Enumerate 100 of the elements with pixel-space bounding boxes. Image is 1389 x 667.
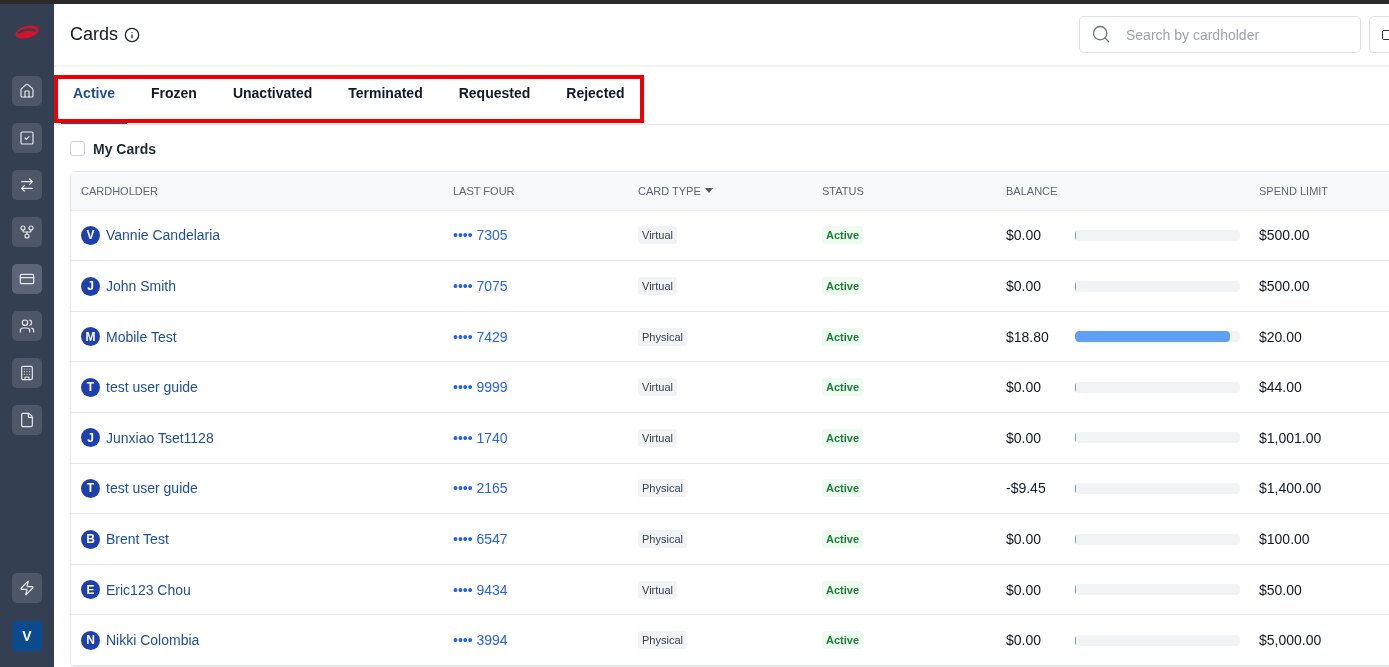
- cardholder-link[interactable]: John Smith: [106, 278, 177, 295]
- column-header: STATUS: [822, 184, 865, 197]
- tab[interactable]: Active: [61, 75, 128, 124]
- sidebar-file-button[interactable]: [12, 405, 42, 435]
- sidebar-checkbox-button[interactable]: [12, 123, 42, 153]
- balance-amount: -$9.45: [1006, 480, 1047, 497]
- status-tag: Active: [822, 277, 864, 296]
- building-icon: [19, 365, 35, 381]
- spend-limit-amount: $100.00: [1259, 531, 1311, 547]
- info-icon[interactable]: [124, 26, 140, 43]
- balance-amount: $0.00: [1006, 632, 1043, 649]
- checkbox[interactable]: [70, 141, 85, 157]
- table-row[interactable]: N Nikki Colombia •••• 3994 Physical Active $0.00 $5,000.00: [71, 615, 1389, 666]
- user-avatar[interactable]: V: [12, 621, 42, 651]
- cardholder-link[interactable]: Mobile Test: [106, 328, 177, 345]
- lightning-button[interactable]: [12, 573, 42, 603]
- table-row[interactable]: V Vannie Candelaria •••• 7305 Virtual Active $0.00 $500.00: [71, 210, 1389, 262]
- users-icon: [19, 318, 35, 334]
- spend-limit-amount: $5,000.00: [1259, 632, 1323, 649]
- table-row[interactable]: B Brent Test •••• 6547 Physical Active $0.00 $100.00: [71, 514, 1389, 565]
- card-type-tag: Virtual: [638, 428, 677, 447]
- card-type-tag: Physical: [638, 479, 687, 498]
- balance-amount: $0.00: [1006, 379, 1043, 396]
- tab[interactable]: Requested: [446, 75, 543, 124]
- last-four-link[interactable]: •••• 9434: [453, 581, 638, 598]
- sidebar-swap-button[interactable]: [12, 170, 42, 200]
- sidebar-fork-button[interactable]: [12, 217, 42, 247]
- sidebar-credit-card-button[interactable]: [12, 264, 42, 294]
- initial-avatar: J: [81, 428, 100, 448]
- spend-limit-amount: $1,400.00: [1259, 480, 1323, 497]
- card-type-tag: Virtual: [638, 277, 677, 296]
- card-type-tag: Virtual: [638, 580, 677, 599]
- last-four-link[interactable]: •••• 7429: [453, 328, 638, 345]
- cardholder-link[interactable]: Vannie Candelaria: [106, 227, 221, 244]
- page-title: Cards: [70, 24, 118, 45]
- status-tag: Active: [822, 378, 864, 397]
- last-four-link[interactable]: •••• 3994: [453, 632, 638, 649]
- table-row[interactable]: M Mobile Test •••• 7429 Physical Active $18.80 $20.00: [71, 311, 1389, 363]
- status-tag: Active: [822, 428, 864, 447]
- logo-icon: [14, 24, 40, 40]
- balance-amount: $0.00: [1006, 531, 1043, 547]
- table-row[interactable]: J John Smith •••• 7075 Virtual Active $0.00 $500.00: [71, 261, 1389, 312]
- toolbar-button[interactable]: [1369, 16, 1389, 53]
- last-four-link[interactable]: •••• 9999: [453, 379, 638, 396]
- fork-icon: [19, 224, 35, 240]
- sidebar-users-button[interactable]: [12, 311, 42, 341]
- initial-avatar: T: [81, 377, 100, 397]
- cardholder-link[interactable]: Nikki Colombia: [106, 632, 200, 649]
- tab[interactable]: Rejected: [554, 75, 637, 124]
- last-four-link[interactable]: •••• 6547: [453, 531, 638, 547]
- status-tag: Active: [822, 580, 864, 599]
- cardholder-link[interactable]: Junxiao Tset1128: [106, 429, 214, 446]
- column-header: SPEND LIMIT: [1259, 184, 1330, 197]
- initial-avatar: J: [81, 276, 100, 296]
- balance-amount: $0.00: [1006, 429, 1043, 446]
- cardholder-link[interactable]: test user guide: [106, 379, 198, 396]
- cardholder-link[interactable]: Eric123 Chou: [106, 581, 191, 598]
- initial-avatar: V: [81, 225, 100, 245]
- cardholder-link[interactable]: test user guide: [106, 480, 198, 497]
- table-row[interactable]: E Eric123 Chou •••• 9434 Virtual Active $0.00 $50.00: [71, 564, 1389, 616]
- card-type-tag: Physical: [638, 530, 687, 548]
- sidebar-building-button[interactable]: [12, 358, 42, 388]
- last-four-link[interactable]: •••• 7305: [453, 227, 638, 244]
- home-icon: [19, 83, 35, 99]
- table-row[interactable]: J Junxiao Tset1128 •••• 1740 Virtual Active $0.00 $1,001.00: [71, 413, 1389, 464]
- last-four-link[interactable]: •••• 1740: [453, 429, 638, 446]
- checkbox-label: My Cards: [93, 140, 157, 157]
- column-header[interactable]: CARD TYPE: [638, 184, 822, 197]
- cardholder-link[interactable]: Brent Test: [106, 531, 169, 547]
- table-row[interactable]: T test user guide •••• 2165 Physical Active -$9.45 $1,400.00: [71, 463, 1389, 515]
- initial-avatar: T: [81, 478, 100, 498]
- status-tag: Active: [822, 631, 864, 650]
- file-icon: [19, 412, 35, 428]
- balance-amount: $0.00: [1006, 581, 1043, 598]
- balance-amount: $18.80: [1006, 328, 1050, 345]
- card-type-tag: Physical: [638, 631, 687, 650]
- table-row[interactable]: T test user guide •••• 9999 Virtual Active $0.00 $44.00: [71, 362, 1389, 414]
- balance-amount: $0.00: [1006, 278, 1043, 295]
- last-four-link[interactable]: •••• 2165: [453, 480, 638, 497]
- status-tag: Active: [822, 226, 864, 245]
- sidebar-home-button[interactable]: [12, 76, 42, 106]
- last-four-link[interactable]: •••• 7075: [453, 278, 638, 295]
- lightning-icon: [19, 580, 35, 596]
- initial-avatar: M: [81, 327, 100, 347]
- card-type-tag: Physical: [638, 327, 687, 346]
- checkbox-icon: [19, 130, 35, 146]
- tab[interactable]: Unactivated: [220, 75, 325, 124]
- spend-limit-amount: $500.00: [1259, 227, 1311, 244]
- status-tag: Active: [822, 530, 864, 548]
- card-type-tag: Virtual: [638, 226, 677, 245]
- spend-limit-amount: $44.00: [1259, 379, 1303, 396]
- card-type-tag: Virtual: [638, 378, 677, 397]
- sort-caret-icon: [704, 188, 713, 194]
- initial-avatar: N: [81, 630, 100, 650]
- status-tag: Active: [822, 327, 864, 346]
- tab[interactable]: Terminated: [336, 75, 435, 124]
- search-field[interactable]: Search by cardholder: [1079, 16, 1361, 53]
- tab[interactable]: Frozen: [139, 75, 209, 124]
- credit-card-icon: [19, 271, 35, 287]
- search-icon: [1091, 24, 1111, 44]
